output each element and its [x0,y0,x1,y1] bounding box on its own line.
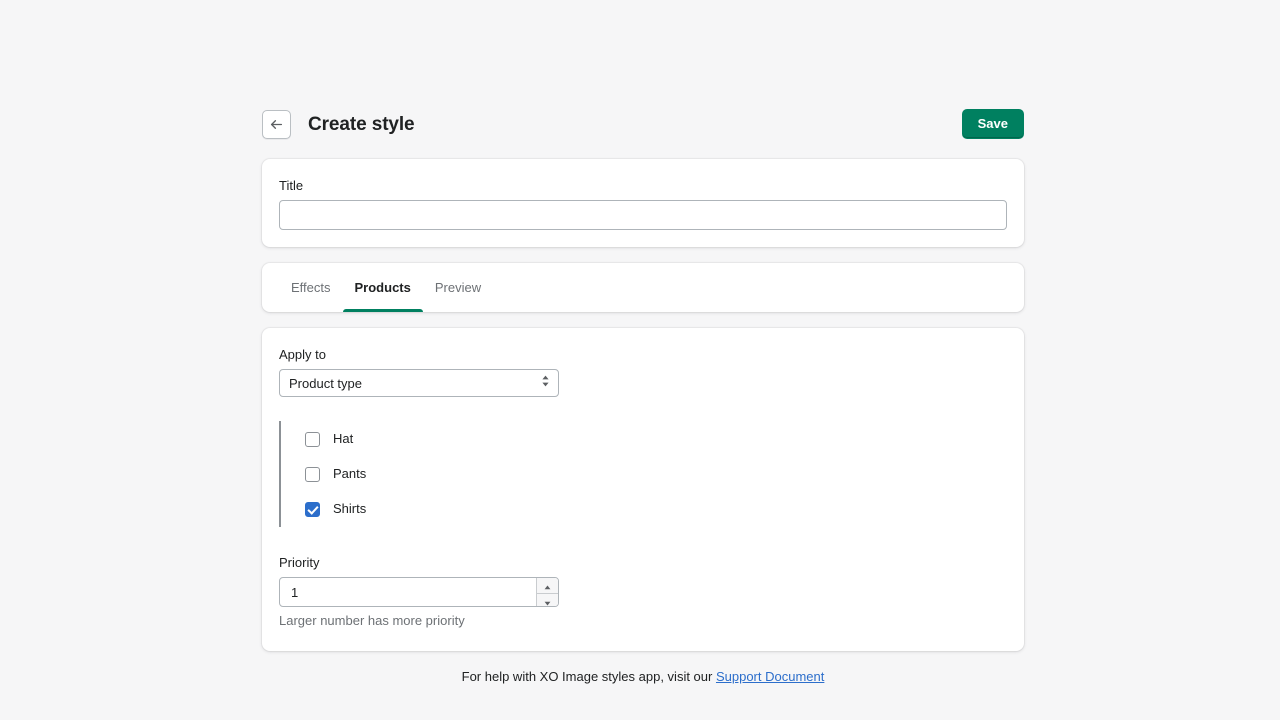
back-button[interactable] [262,110,291,139]
app-page: Create style Save Title Effects Products… [0,0,1280,720]
page-title: Create style [308,115,962,134]
priority-increment-button[interactable] [537,578,558,594]
priority-stepper [279,577,559,607]
tab-products[interactable]: Products [343,263,423,312]
choice-label-shirts: Shirts [333,499,366,519]
apply-to-select[interactable]: Product type [279,369,559,397]
choice-row-shirts[interactable]: Shirts [281,499,1007,519]
tab-list: Effects Products Preview [262,263,1024,312]
priority-decrement-button[interactable] [537,594,558,607]
page-container: Create style Save Title Effects Products… [262,104,1024,687]
title-card-body: Title [262,159,1024,247]
apply-to-label: Apply to [279,345,1007,365]
tab-effects[interactable]: Effects [279,263,343,312]
checkbox-pants[interactable] [305,467,320,482]
arrow-left-icon [269,117,284,132]
priority-input[interactable] [280,578,536,606]
choice-label-hat: Hat [333,429,353,449]
support-document-link[interactable]: Support Document [716,669,824,684]
title-field-label: Title [279,176,1007,196]
tabs-card: Effects Products Preview [262,263,1024,312]
caret-up-icon [544,578,551,593]
choice-row-pants[interactable]: Pants [281,464,1007,484]
footer-help-text: For help with XO Image styles app, visit… [262,667,1024,687]
choice-row-hat[interactable]: Hat [281,429,1007,449]
checkbox-hat[interactable] [305,432,320,447]
title-input[interactable] [279,200,1007,230]
priority-help-text: Larger number has more priority [279,611,1007,631]
save-button[interactable]: Save [962,109,1024,140]
caret-down-icon [544,594,551,607]
apply-to-select-wrap: Product type [279,369,559,397]
product-type-choice-list: Hat Pants Shirts [279,421,1007,527]
title-card: Title [262,159,1024,247]
products-panel-body: Apply to Product type Ha [262,328,1024,651]
choice-label-pants: Pants [333,464,366,484]
priority-label: Priority [279,553,1007,573]
footer-text: For help with XO Image styles app, visit… [462,669,713,684]
priority-spinner [536,578,558,606]
products-panel-card: Apply to Product type Ha [262,328,1024,651]
checkbox-shirts[interactable] [305,502,320,517]
tab-preview[interactable]: Preview [423,263,493,312]
priority-block: Priority [279,553,1007,631]
page-header: Create style Save [262,104,1024,144]
